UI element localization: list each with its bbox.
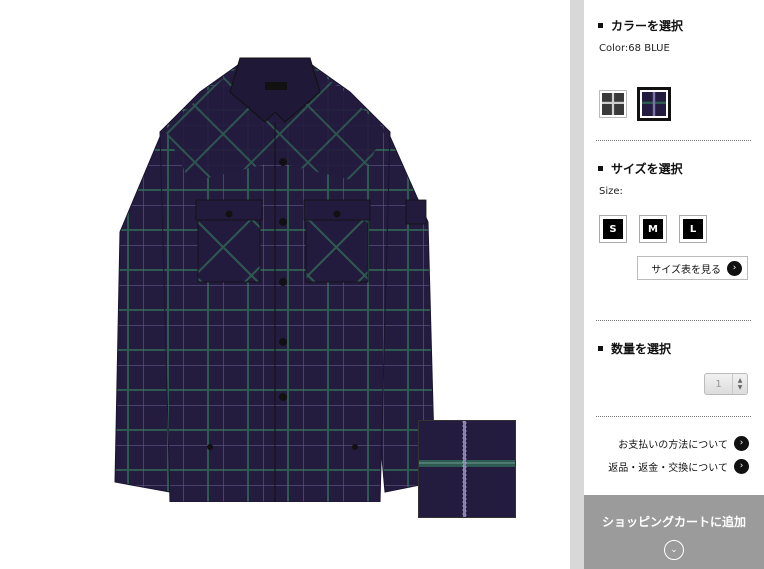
payment-method-link[interactable]: お支払いの方法について › (618, 436, 749, 451)
color-swatch-gray (602, 93, 624, 115)
panel-divider (570, 0, 584, 569)
size-button-s-label: S (603, 219, 623, 239)
product-image-shirt[interactable] (110, 52, 440, 502)
bullet-square-icon (598, 166, 603, 171)
size-button-l-label: L (683, 219, 703, 239)
bullet-square-icon (598, 23, 603, 28)
returns-link[interactable]: 返品・返金・交換について › (608, 459, 749, 474)
size-button-l[interactable]: L (679, 215, 707, 243)
fabric-zoom-swatch (418, 420, 516, 518)
size-button-m[interactable]: M (639, 215, 667, 243)
quantity-select[interactable]: 1 ▲ ▼ (704, 373, 748, 395)
quantity-section-title: 数量を選択 (598, 340, 671, 357)
size-chart-label: サイズ表を見る (651, 264, 721, 276)
circle-arrow-right-icon: › (734, 436, 749, 451)
returns-link-text: 返品・返金・交換について (608, 463, 728, 474)
add-to-cart-label: ショッピングカートに追加 (601, 515, 746, 529)
purchase-panel: カラーを選択 Color:68 BLUE サイズを選択 Size: S M L … (584, 0, 764, 569)
section-divider (596, 416, 751, 417)
color-option-68-blue[interactable] (637, 87, 671, 121)
payment-method-link-text: お支払いの方法について (618, 440, 728, 451)
stepper-arrows-icon: ▲ ▼ (732, 374, 747, 394)
size-section-title-text: サイズを選択 (611, 162, 683, 176)
color-swatch-blue (642, 92, 666, 116)
quantity-section-title-text: 数量を選択 (611, 342, 672, 356)
size-label: Size: (599, 186, 623, 197)
add-to-cart-button[interactable]: ショッピングカートに追加 ⌄ (584, 495, 764, 569)
section-divider (596, 140, 751, 141)
quantity-value: 1 (715, 378, 722, 390)
product-image-area (0, 0, 570, 569)
size-section-title: サイズを選択 (598, 160, 683, 177)
circle-arrow-right-icon: › (734, 459, 749, 474)
circle-arrow-right-icon: › (727, 260, 742, 276)
color-section-title-text: カラーを選択 (611, 19, 684, 33)
size-chart-button[interactable]: サイズ表を見る › (637, 256, 748, 280)
chevron-down-circle-icon: ⌄ (664, 540, 684, 560)
color-option-gray[interactable] (599, 90, 627, 118)
bullet-square-icon (598, 346, 603, 351)
color-section-title: カラーを選択 (598, 17, 683, 34)
size-button-m-label: M (643, 219, 663, 239)
size-button-s[interactable]: S (599, 215, 627, 243)
selected-color-label: Color:68 BLUE (599, 43, 670, 54)
section-divider (596, 320, 751, 321)
